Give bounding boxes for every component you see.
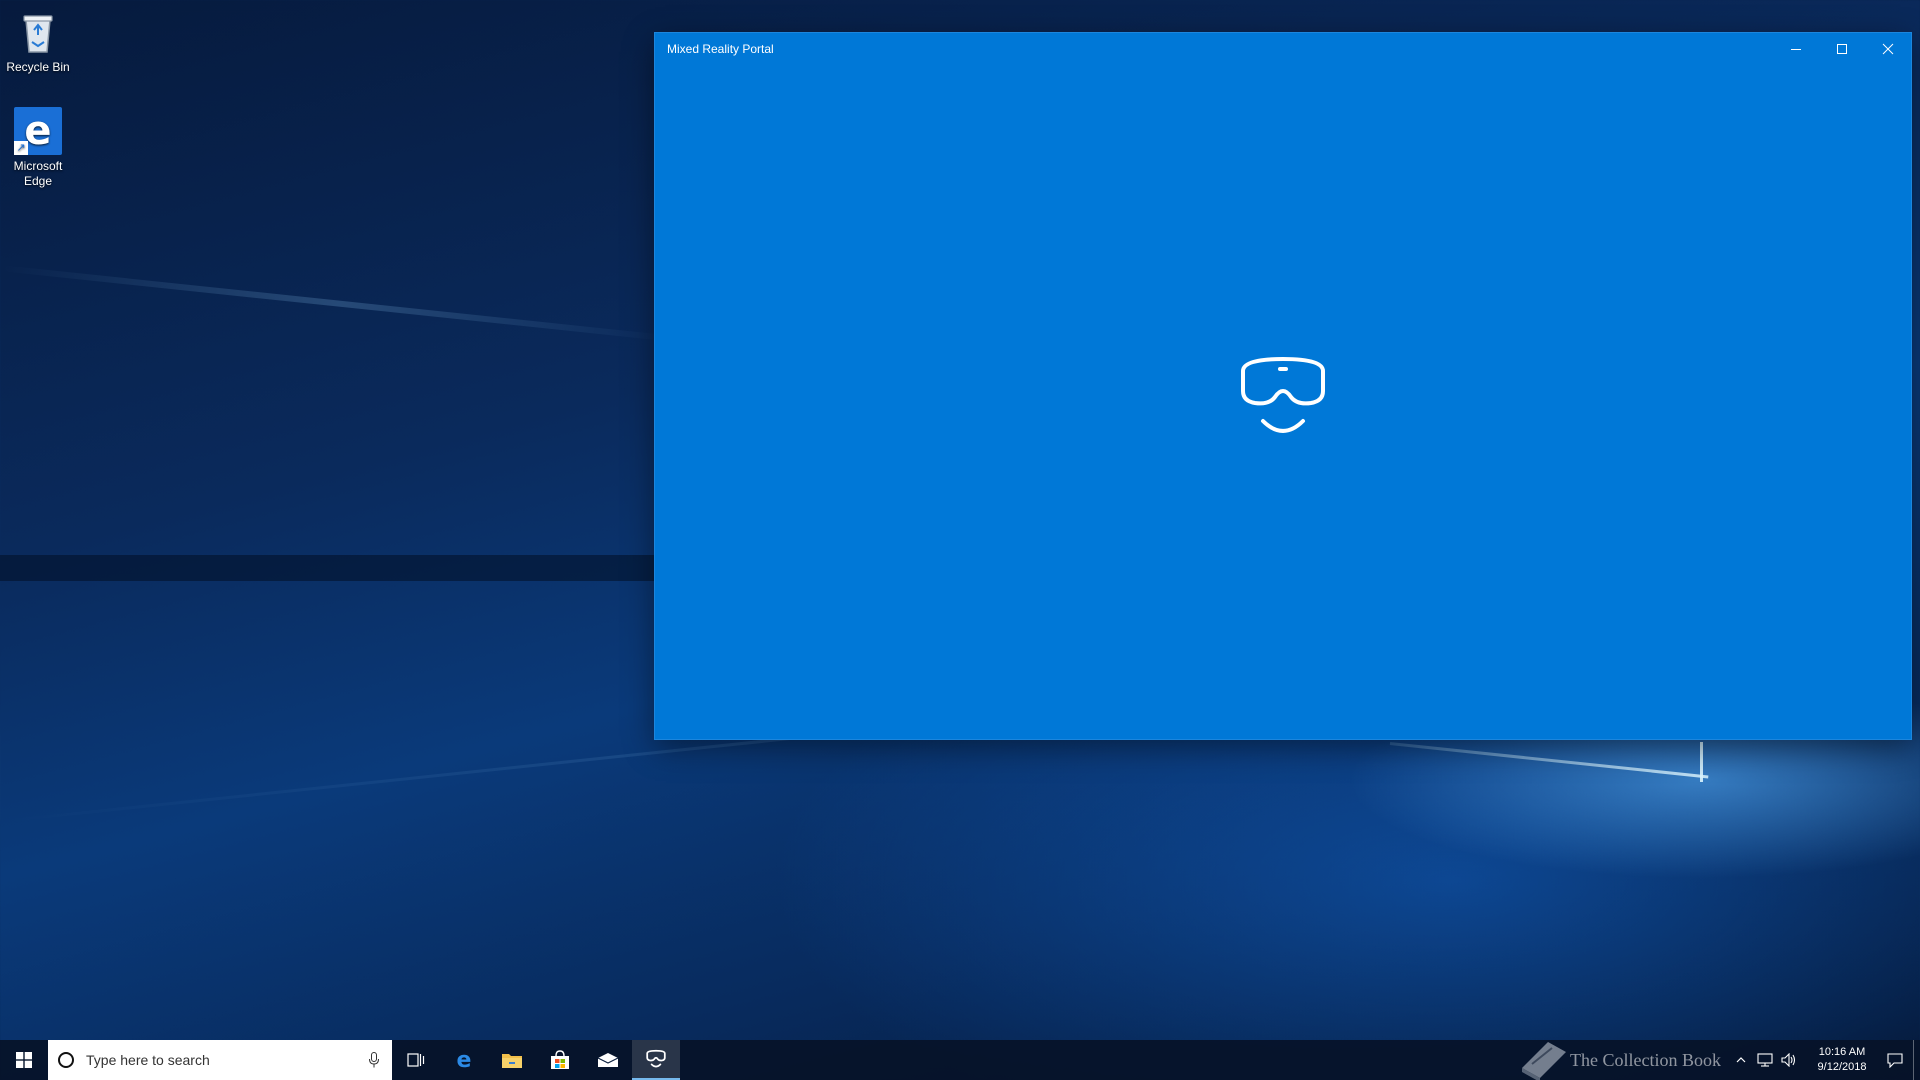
mixed-reality-headset-icon	[1241, 357, 1325, 433]
desktop-icon-label: Recycle Bin	[6, 60, 70, 74]
recycle-bin-icon	[14, 8, 62, 56]
watermark: The Collection Book	[1518, 1038, 1721, 1080]
desktop-icon-label: Microsoft Edge	[13, 159, 63, 188]
network-button[interactable]	[1753, 1040, 1777, 1080]
taskbar-mixed-reality-portal-button[interactable]	[632, 1040, 680, 1080]
taskbar-search-box[interactable]	[48, 1040, 392, 1080]
book-logo-icon	[1522, 1042, 1567, 1080]
watermark-text: The Collection Book	[1570, 1049, 1721, 1070]
windows-logo-icon	[16, 1052, 32, 1068]
chevron-up-icon	[1736, 1057, 1746, 1063]
maximize-icon	[1837, 44, 1847, 54]
taskbar-clock[interactable]: 10:16 AM 9/12/2018	[1807, 1045, 1877, 1075]
mail-icon	[597, 1053, 619, 1067]
desktop-icon-recycle-bin[interactable]: Recycle Bin	[0, 8, 76, 75]
show-hidden-icons-button[interactable]	[1729, 1040, 1753, 1080]
clock-date: 9/12/2018	[1817, 1061, 1867, 1073]
volume-button[interactable]	[1777, 1040, 1801, 1080]
shortcut-arrow-icon: ↗	[14, 141, 28, 155]
taskbar-file-explorer-button[interactable]	[488, 1040, 536, 1080]
task-view-button[interactable]	[392, 1040, 440, 1080]
folder-icon	[502, 1054, 522, 1068]
minimize-icon	[1791, 49, 1801, 50]
notification-icon	[1887, 1053, 1903, 1068]
microphone-icon[interactable]	[366, 1050, 382, 1070]
taskbar-store-button[interactable]	[536, 1040, 584, 1080]
window-title: Mixed Reality Portal	[667, 42, 774, 56]
network-icon	[1757, 1053, 1773, 1067]
wallpaper-light-edge	[1700, 742, 1703, 782]
taskbar-edge-button[interactable]: e	[440, 1040, 488, 1080]
window-titlebar[interactable]: Mixed Reality Portal	[655, 33, 1911, 65]
wallpaper-light-beam	[0, 265, 677, 343]
task-view-icon	[407, 1053, 425, 1067]
close-button[interactable]	[1865, 33, 1911, 65]
maximize-button[interactable]	[1819, 33, 1865, 65]
start-button[interactable]	[0, 1040, 48, 1080]
cortana-circle-icon	[58, 1052, 74, 1068]
mixed-reality-headset-icon	[646, 1049, 666, 1068]
svg-text:e: e	[457, 1049, 472, 1071]
search-input[interactable]	[86, 1052, 366, 1068]
volume-icon	[1781, 1053, 1796, 1067]
action-center-button[interactable]	[1883, 1040, 1907, 1080]
system-tray: The Collection Book 10:16 AM 9/12/2018	[1518, 1040, 1920, 1080]
store-bag-icon	[551, 1050, 569, 1069]
show-desktop-button[interactable]	[1913, 1040, 1920, 1080]
mixed-reality-portal-window[interactable]: Mixed Reality Portal	[655, 33, 1911, 739]
wallpaper-light-edge	[1389, 742, 1709, 779]
minimize-button[interactable]	[1773, 33, 1819, 65]
clock-time: 10:16 AM	[1818, 1046, 1866, 1058]
wallpaper-shadow-band	[0, 555, 680, 581]
taskbar: e	[0, 1040, 1920, 1080]
edge-icon: e	[457, 1049, 472, 1071]
desktop-icon-microsoft-edge[interactable]: e ↗ Microsoft Edge	[0, 107, 76, 189]
close-icon	[1882, 43, 1894, 55]
taskbar-mail-button[interactable]	[584, 1040, 632, 1080]
